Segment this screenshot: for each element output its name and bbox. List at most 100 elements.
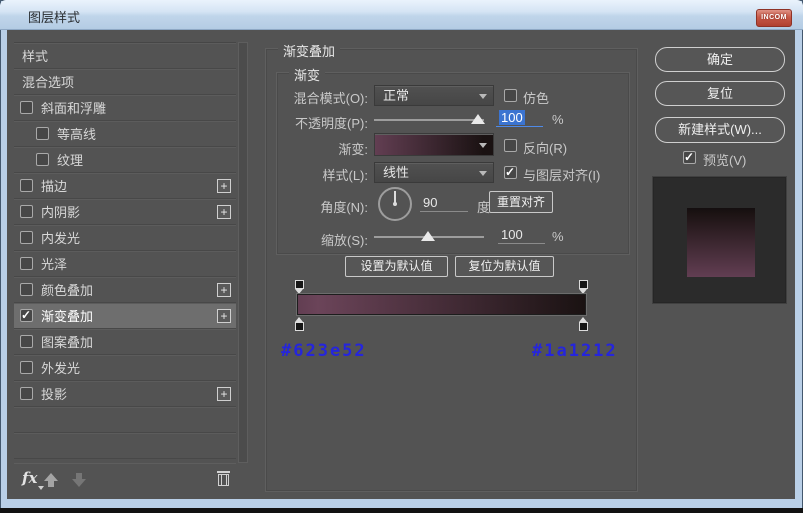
effect-enable-checkbox[interactable]: [36, 127, 49, 140]
effect-label: 颜色叠加: [41, 280, 93, 299]
ok-button[interactable]: 确定: [655, 47, 785, 72]
scale-label: 缩放(S):: [270, 230, 368, 249]
color-stop-right[interactable]: [578, 317, 589, 331]
effects-list-item-3[interactable]: 等高线: [14, 121, 236, 147]
effect-enable-checkbox[interactable]: [20, 309, 33, 322]
effects-list-scrollbar[interactable]: [238, 42, 248, 463]
gradient-label: 渐变:: [270, 139, 368, 158]
angle-label: 角度(N):: [270, 197, 368, 216]
reverse-checkbox[interactable]: [504, 139, 517, 152]
color-stop-left[interactable]: [294, 317, 305, 331]
panel-title: 渐变叠加: [278, 41, 340, 60]
add-effect-instance-button[interactable]: +: [217, 205, 231, 219]
preview-gradient-square: [687, 208, 755, 277]
opacity-unit: %: [552, 112, 564, 127]
add-effect-instance-button[interactable]: +: [217, 179, 231, 193]
effects-list: 样式混合选项斜面和浮雕等高线纹理描边 + 内阴影 + 内发光光泽颜色叠加 + 渐变叠加 + 图案…: [14, 42, 236, 463]
effect-enable-checkbox[interactable]: [20, 257, 33, 270]
effects-list-item-1[interactable]: 混合选项: [14, 69, 236, 95]
reverse-label: 反向(R): [523, 138, 567, 157]
preview-swatch: [652, 176, 787, 304]
effects-list-item-2[interactable]: 斜面和浮雕: [14, 95, 236, 121]
window-bottom-edge: [0, 508, 803, 513]
opacity-stop-right[interactable]: [578, 280, 589, 294]
effects-list-item-13[interactable]: 投影 +: [14, 381, 236, 407]
effects-list-item-5[interactable]: 描边 +: [14, 173, 236, 199]
effects-footer-bar: fx: [14, 463, 236, 497]
gradient-editor-bar[interactable]: [297, 294, 586, 315]
close-button[interactable]: INCOM: [756, 9, 792, 27]
title-bar[interactable]: 图层样式 INCOM: [0, 0, 803, 30]
effect-enable-checkbox[interactable]: [20, 283, 33, 296]
effect-label: 渐变叠加: [41, 306, 93, 325]
chevron-down-icon: [479, 171, 487, 176]
add-effect-instance-button[interactable]: +: [217, 309, 231, 323]
scale-unit: %: [552, 229, 564, 244]
effect-enable-checkbox[interactable]: [20, 205, 33, 218]
move-effect-up-button[interactable]: [44, 473, 58, 487]
style-select[interactable]: 线性: [374, 162, 494, 183]
opacity-selected-text: 100: [499, 110, 525, 125]
window-title: 图层样式: [28, 7, 80, 26]
align-with-layer-checkbox[interactable]: [504, 166, 517, 179]
effects-list-item-11[interactable]: 图案叠加: [14, 329, 236, 355]
effect-enable-checkbox[interactable]: [20, 231, 33, 244]
chevron-down-icon: [479, 94, 487, 99]
effect-label: 外发光: [41, 358, 80, 377]
effects-list-item-12[interactable]: 外发光: [14, 355, 236, 381]
effect-enable-checkbox[interactable]: [20, 387, 33, 400]
style-value: 线性: [383, 165, 409, 180]
effect-label: 光泽: [41, 254, 67, 273]
effect-label: 内发光: [41, 228, 80, 247]
opacity-slider-track[interactable]: [374, 119, 484, 121]
scale-field[interactable]: 100: [498, 227, 545, 244]
move-effect-down-button[interactable]: [72, 473, 86, 487]
effects-list-item-7[interactable]: 内发光: [14, 225, 236, 251]
effects-list-item-8[interactable]: 光泽: [14, 251, 236, 277]
effect-label: 描边: [41, 176, 67, 195]
effect-enable-checkbox[interactable]: [20, 335, 33, 348]
chevron-down-icon: [479, 143, 487, 148]
scale-slider-thumb[interactable]: [421, 231, 435, 241]
angle-dial[interactable]: [378, 187, 412, 221]
angle-hub: [393, 202, 397, 206]
effect-label: 图案叠加: [41, 332, 93, 351]
effects-list-item-4[interactable]: 纹理: [14, 147, 236, 173]
effects-list-item-9[interactable]: 颜色叠加 +: [14, 277, 236, 303]
opacity-slider-thumb[interactable]: [471, 114, 485, 124]
effect-label: 混合选项: [22, 72, 74, 91]
layer-style-dialog: 图层样式 INCOM 样式混合选项斜面和浮雕等高线纹理描边 + 内阴影 + 内发光光泽颜…: [0, 0, 803, 513]
dither-label: 仿色: [523, 88, 549, 107]
effect-label: 投影: [41, 384, 67, 403]
opacity-field[interactable]: 100: [496, 110, 543, 127]
effect-enable-checkbox[interactable]: [20, 179, 33, 192]
effects-list-item-6[interactable]: 内阴影 +: [14, 199, 236, 225]
opacity-stop-left[interactable]: [294, 280, 305, 294]
effect-enable-checkbox[interactable]: [36, 153, 49, 166]
angle-field[interactable]: 90: [420, 195, 468, 212]
fx-menu-button[interactable]: fx: [22, 469, 37, 487]
reset-alignment-button[interactable]: 重置对齐: [489, 191, 553, 213]
preview-label: 预览(V): [703, 150, 746, 169]
delete-effect-button[interactable]: [217, 471, 230, 486]
new-style-button[interactable]: 新建样式(W)...: [655, 117, 785, 143]
reset-default-button[interactable]: 复位为默认值: [455, 256, 554, 277]
blend-mode-select[interactable]: 正常: [374, 85, 494, 106]
style-label: 样式(L):: [270, 165, 368, 184]
effect-enable-checkbox[interactable]: [20, 361, 33, 374]
add-effect-instance-button[interactable]: +: [217, 387, 231, 401]
cancel-button[interactable]: 复位: [655, 81, 785, 106]
effect-label: 样式: [22, 46, 48, 65]
gradient-picker[interactable]: [374, 133, 494, 156]
effects-list-item-10[interactable]: 渐变叠加 +: [14, 303, 236, 329]
make-default-button[interactable]: 设置为默认值: [345, 256, 448, 277]
effects-list-item-0[interactable]: 样式: [14, 43, 236, 69]
blend-mode-label: 混合模式(O):: [270, 88, 368, 107]
effects-list-empty-row: [14, 407, 236, 433]
align-with-layer-label: 与图层对齐(I): [523, 165, 600, 184]
add-effect-instance-button[interactable]: +: [217, 283, 231, 297]
dither-checkbox[interactable]: [504, 89, 517, 102]
preview-checkbox[interactable]: [683, 151, 696, 164]
effect-enable-checkbox[interactable]: [20, 101, 33, 114]
effect-label: 内阴影: [41, 202, 80, 221]
